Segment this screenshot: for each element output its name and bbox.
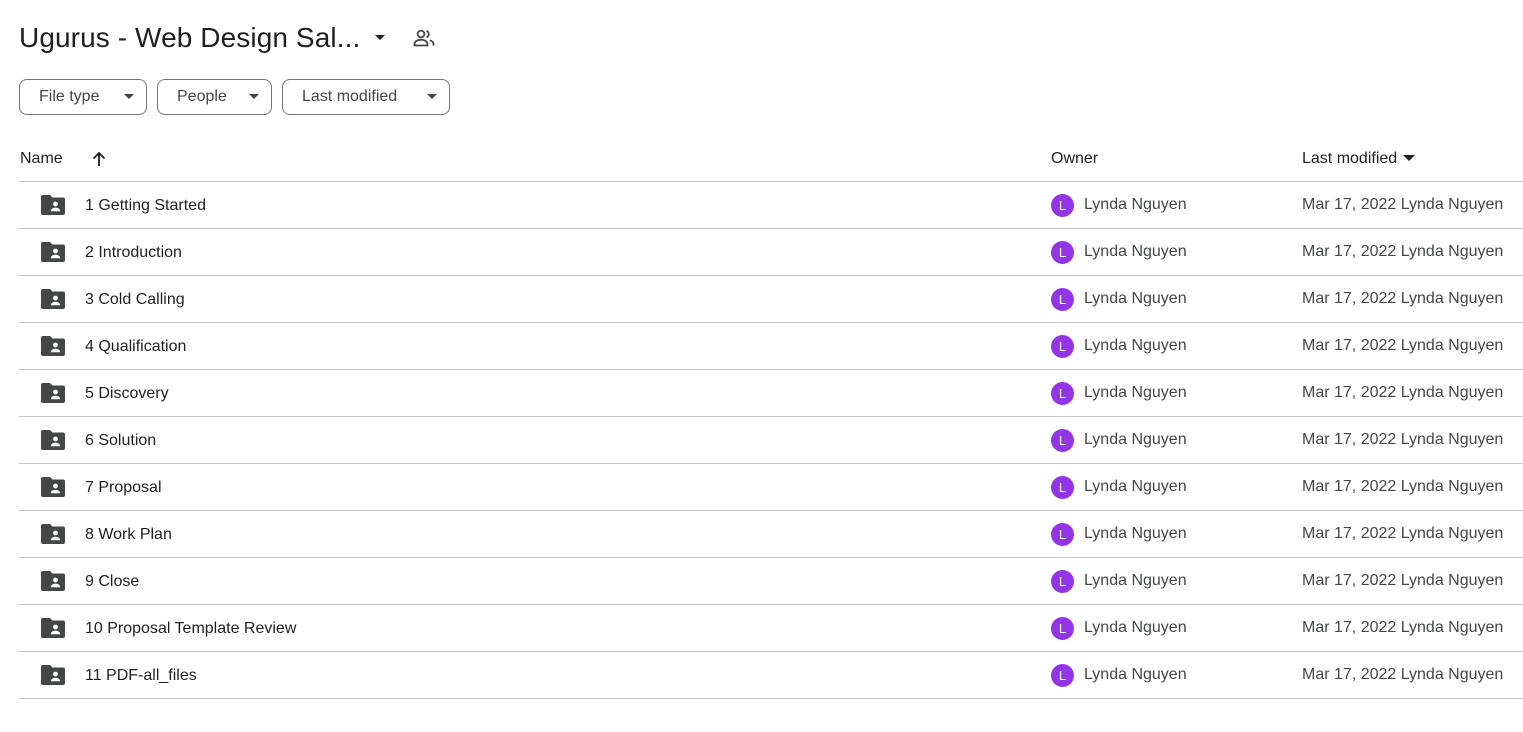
table-row[interactable]: 2 Introduction L Lynda Nguyen Mar 17, 20… xyxy=(19,229,1523,276)
owner-name: Lynda Nguyen xyxy=(1084,666,1187,683)
owner-name: Lynda Nguyen xyxy=(1084,431,1187,448)
last-modified-filter[interactable]: Last modified xyxy=(282,79,450,115)
avatar: L xyxy=(1051,570,1074,593)
owner-name: Lynda Nguyen xyxy=(1084,290,1187,307)
shared-folder-icon xyxy=(40,287,66,311)
caret-down-icon[interactable] xyxy=(368,26,392,50)
caret-down-icon xyxy=(1403,155,1416,162)
shared-folder-icon xyxy=(40,193,66,217)
file-name[interactable]: 11 PDF-all_files xyxy=(85,652,197,698)
table-row[interactable]: 6 Solution L Lynda Nguyen Mar 17, 2022 L… xyxy=(19,417,1523,464)
shared-folder-icon xyxy=(40,428,66,452)
file-name[interactable]: 1 Getting Started xyxy=(85,182,206,228)
avatar: L xyxy=(1051,617,1074,640)
avatar: L xyxy=(1051,429,1074,452)
last-modified-filter-label: Last modified xyxy=(302,88,398,105)
last-modified-value: Mar 17, 2022 Lynda Nguyen xyxy=(1302,196,1504,213)
shared-folder-icon xyxy=(40,616,66,640)
shared-folder-icon xyxy=(40,522,66,546)
owner-name: Lynda Nguyen xyxy=(1084,572,1187,589)
last-modified-column-label: Last modified xyxy=(1302,149,1398,167)
avatar: L xyxy=(1051,523,1074,546)
file-name[interactable]: 3 Cold Calling xyxy=(85,276,185,322)
people-icon[interactable] xyxy=(412,26,436,50)
table-row[interactable]: 8 Work Plan L Lynda Nguyen Mar 17, 2022 … xyxy=(19,511,1523,558)
caret-down-icon xyxy=(124,94,134,100)
table-body: 1 Getting Started L Lynda Nguyen Mar 17,… xyxy=(19,182,1523,699)
file-name[interactable]: 9 Close xyxy=(85,558,139,604)
file-name[interactable]: 4 Qualification xyxy=(85,323,186,369)
shared-folder-icon xyxy=(40,663,66,687)
avatar: L xyxy=(1051,288,1074,311)
table-row[interactable]: 9 Close L Lynda Nguyen Mar 17, 2022 Lynd… xyxy=(19,558,1523,605)
file-name[interactable]: 10 Proposal Template Review xyxy=(85,605,296,651)
file-type-filter-label: File type xyxy=(39,88,100,105)
arrow-up-icon[interactable] xyxy=(89,136,109,181)
table-header: Name Owner Last modified xyxy=(19,136,1523,182)
owner-name: Lynda Nguyen xyxy=(1084,525,1187,542)
last-modified-value: Mar 17, 2022 Lynda Nguyen xyxy=(1302,666,1504,683)
last-modified-value: Mar 17, 2022 Lynda Nguyen xyxy=(1302,384,1504,401)
table-row[interactable]: 10 Proposal Template Review L Lynda Nguy… xyxy=(19,605,1523,652)
last-modified-value: Mar 17, 2022 Lynda Nguyen xyxy=(1302,243,1504,260)
table-row[interactable]: 11 PDF-all_files L Lynda Nguyen Mar 17, … xyxy=(19,652,1523,699)
name-column-header[interactable]: Name xyxy=(20,136,63,181)
last-modified-value: Mar 17, 2022 Lynda Nguyen xyxy=(1302,431,1504,448)
owner-column-header[interactable]: Owner xyxy=(1051,136,1098,181)
owner-name: Lynda Nguyen xyxy=(1084,337,1187,354)
avatar: L xyxy=(1051,476,1074,499)
table-row[interactable]: 5 Discovery L Lynda Nguyen Mar 17, 2022 … xyxy=(19,370,1523,417)
owner-name: Lynda Nguyen xyxy=(1084,243,1187,260)
owner-name: Lynda Nguyen xyxy=(1084,619,1187,636)
avatar: L xyxy=(1051,194,1074,217)
file-name[interactable]: 2 Introduction xyxy=(85,229,182,275)
shared-folder-icon xyxy=(40,381,66,405)
avatar: L xyxy=(1051,241,1074,264)
filter-bar: File type People Last modified xyxy=(19,79,450,115)
avatar: L xyxy=(1051,664,1074,687)
shared-folder-icon xyxy=(40,569,66,593)
table-row[interactable]: 1 Getting Started L Lynda Nguyen Mar 17,… xyxy=(19,182,1523,229)
last-modified-value: Mar 17, 2022 Lynda Nguyen xyxy=(1302,290,1504,307)
folder-title[interactable]: Ugurus - Web Design Sal... xyxy=(19,22,360,54)
last-modified-value: Mar 17, 2022 Lynda Nguyen xyxy=(1302,572,1504,589)
shared-folder-icon xyxy=(40,475,66,499)
caret-down-icon xyxy=(427,94,437,100)
file-name[interactable]: 6 Solution xyxy=(85,417,156,463)
people-filter[interactable]: People xyxy=(157,79,272,115)
owner-name: Lynda Nguyen xyxy=(1084,384,1187,401)
caret-down-icon xyxy=(249,94,259,100)
last-modified-value: Mar 17, 2022 Lynda Nguyen xyxy=(1302,478,1504,495)
file-list: Name Owner Last modified 1 Getting Start… xyxy=(19,136,1523,699)
table-row[interactable]: 3 Cold Calling L Lynda Nguyen Mar 17, 20… xyxy=(19,276,1523,323)
shared-folder-icon xyxy=(40,240,66,264)
folder-header: Ugurus - Web Design Sal... xyxy=(19,16,436,60)
last-modified-column-header[interactable]: Last modified xyxy=(1302,136,1416,181)
file-type-filter[interactable]: File type xyxy=(19,79,147,115)
shared-folder-icon xyxy=(40,334,66,358)
table-row[interactable]: 4 Qualification L Lynda Nguyen Mar 17, 2… xyxy=(19,323,1523,370)
file-name[interactable]: 7 Proposal xyxy=(85,464,162,510)
file-name[interactable]: 5 Discovery xyxy=(85,370,169,416)
last-modified-value: Mar 17, 2022 Lynda Nguyen xyxy=(1302,619,1504,636)
last-modified-value: Mar 17, 2022 Lynda Nguyen xyxy=(1302,337,1504,354)
avatar: L xyxy=(1051,335,1074,358)
owner-name: Lynda Nguyen xyxy=(1084,478,1187,495)
last-modified-value: Mar 17, 2022 Lynda Nguyen xyxy=(1302,525,1504,542)
avatar: L xyxy=(1051,382,1074,405)
table-row[interactable]: 7 Proposal L Lynda Nguyen Mar 17, 2022 L… xyxy=(19,464,1523,511)
owner-name: Lynda Nguyen xyxy=(1084,196,1187,213)
file-name[interactable]: 8 Work Plan xyxy=(85,511,172,557)
people-filter-label: People xyxy=(177,88,227,105)
